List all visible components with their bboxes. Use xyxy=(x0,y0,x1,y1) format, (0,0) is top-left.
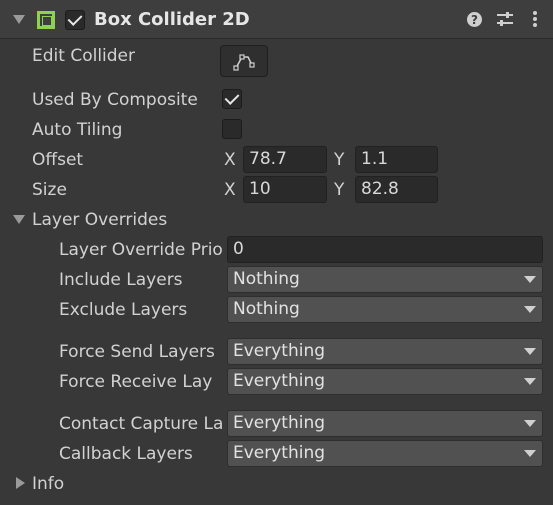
info-fold-arrow-icon[interactable] xyxy=(16,477,25,489)
exclude-layers-value: Nothing xyxy=(233,299,300,319)
force-send-layers-label: Force Send Layers xyxy=(59,342,215,362)
edit-collider-button[interactable] xyxy=(220,45,268,77)
force-send-layers-dropdown[interactable]: Everything xyxy=(227,338,543,365)
contact-capture-layers-label: Contact Capture La xyxy=(59,414,224,434)
contact-capture-layers-dropdown[interactable]: Everything xyxy=(227,410,543,437)
edit-collider-label: Edit Collider xyxy=(32,46,136,66)
include-layers-value: Nothing xyxy=(233,269,300,289)
preset-sliders-icon[interactable] xyxy=(496,11,514,28)
size-y-field[interactable]: 82.8 xyxy=(355,176,438,203)
include-layers-label: Include Layers xyxy=(59,270,183,290)
callback-layers-dropdown[interactable]: Everything xyxy=(227,440,543,467)
offset-x-field[interactable]: 78.7 xyxy=(243,146,327,173)
force-send-layers-value: Everything xyxy=(233,341,326,361)
component-fold-arrow-icon[interactable] xyxy=(13,15,25,24)
size-y-label[interactable]: Y xyxy=(334,180,344,200)
callback-layers-value: Everything xyxy=(233,443,326,463)
layer-overrides-fold-arrow-icon[interactable] xyxy=(13,215,25,224)
dropdown-arrow-icon xyxy=(524,348,536,355)
edit-collider-shape-icon xyxy=(233,54,255,71)
component-title: Box Collider 2D xyxy=(94,9,250,30)
exclude-layers-dropdown[interactable]: Nothing xyxy=(227,296,543,323)
size-label: Size xyxy=(32,180,67,200)
help-icon[interactable]: ? xyxy=(466,11,483,28)
force-receive-layers-dropdown[interactable]: Everything xyxy=(227,368,543,395)
box-collider-2d-icon xyxy=(37,11,55,29)
force-receive-layers-label: Force Receive Lay xyxy=(59,372,213,392)
offset-x-label[interactable]: X xyxy=(224,150,236,170)
dropdown-arrow-icon xyxy=(524,420,536,427)
check-icon xyxy=(224,90,240,105)
size-x-field[interactable]: 10 xyxy=(243,176,327,203)
auto-tiling-label: Auto Tiling xyxy=(32,120,123,140)
used-by-composite-checkbox[interactable] xyxy=(222,89,242,109)
dropdown-arrow-icon xyxy=(524,450,536,457)
contact-capture-layers-value: Everything xyxy=(233,413,326,433)
layer-overrides-foldout[interactable]: Layer Overrides xyxy=(32,210,167,230)
include-layers-dropdown[interactable]: Nothing xyxy=(227,266,543,293)
more-menu-icon[interactable] xyxy=(531,10,539,28)
offset-y-label[interactable]: Y xyxy=(334,150,344,170)
force-receive-layers-value: Everything xyxy=(233,371,326,391)
layer-override-priority-label: Layer Override Prio xyxy=(59,240,223,260)
component-enabled-checkbox[interactable] xyxy=(65,10,85,30)
offset-label: Offset xyxy=(32,150,84,170)
layer-override-priority-field[interactable]: 0 xyxy=(227,236,543,263)
info-foldout[interactable]: Info xyxy=(32,474,64,494)
auto-tiling-checkbox[interactable] xyxy=(222,119,242,139)
exclude-layers-label: Exclude Layers xyxy=(59,300,188,320)
size-x-label[interactable]: X xyxy=(224,180,236,200)
dropdown-arrow-icon xyxy=(524,306,536,313)
svg-text:?: ? xyxy=(471,13,478,27)
check-icon xyxy=(67,11,83,26)
offset-y-field[interactable]: 1.1 xyxy=(355,146,438,173)
callback-layers-label: Callback Layers xyxy=(59,444,193,464)
dropdown-arrow-icon xyxy=(524,276,536,283)
used-by-composite-label: Used By Composite xyxy=(32,90,198,110)
dropdown-arrow-icon xyxy=(524,378,536,385)
